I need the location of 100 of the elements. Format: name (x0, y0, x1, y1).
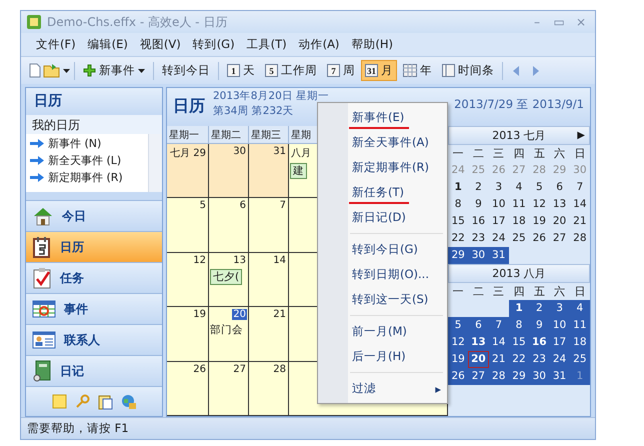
mini-day[interactable]: 26 (448, 368, 468, 385)
next-arrow[interactable]: ▶ (577, 130, 585, 141)
back-arrow-icon[interactable] (511, 64, 521, 76)
menu-item[interactable]: 转到日期(O)... (318, 262, 447, 287)
mini-day[interactable]: 28 (488, 368, 509, 385)
day-cell[interactable]: 27 (209, 362, 249, 416)
day-cell[interactable]: 6 (209, 198, 249, 253)
forward-arrow-icon[interactable] (531, 64, 541, 76)
mini-day[interactable]: 4 (570, 300, 590, 317)
mini-day[interactable]: 5 (529, 179, 550, 196)
menu-item[interactable]: 编辑(E) (82, 35, 133, 54)
mini-day[interactable]: 29 (508, 368, 530, 385)
mini-day[interactable]: 16 (529, 334, 550, 351)
mini-day[interactable]: 17 (488, 213, 509, 230)
nav-item[interactable]: 日历 (26, 231, 162, 262)
mini-day[interactable]: 25 (508, 230, 530, 247)
event-chip[interactable]: 七夕( (210, 268, 242, 285)
clipboard-icon[interactable] (98, 394, 112, 410)
mini-day[interactable]: 22 (508, 351, 530, 368)
day-cell[interactable]: 20 部门会 (209, 307, 249, 362)
note-icon[interactable] (52, 394, 66, 409)
mini-day[interactable]: 19 (529, 213, 550, 230)
mini-day[interactable]: 17 (549, 334, 570, 351)
day-cell[interactable]: 13 七夕( (209, 252, 249, 308)
mini-day[interactable]: 22 (448, 230, 468, 247)
mini-day[interactable]: 10 (488, 196, 509, 213)
menu-item[interactable]: 动作(A) (294, 35, 344, 54)
mini-day[interactable]: 15 (448, 213, 468, 230)
view-button[interactable]: 5 工作周 (261, 60, 321, 81)
day-cell[interactable]: 7 (249, 198, 289, 253)
menu-item[interactable]: 帮助(H) (346, 35, 398, 54)
mini-day[interactable]: 20 (549, 213, 570, 230)
mini-day[interactable]: 18 (570, 334, 590, 351)
view-button[interactable]: 7 周 (323, 60, 359, 81)
nav-item[interactable]: 事件 (26, 293, 162, 324)
mini-day[interactable]: 1 (448, 179, 468, 196)
day-cell[interactable]: 12 (167, 252, 209, 308)
view-button[interactable]: 年 (399, 60, 436, 81)
splitter-handle[interactable] (26, 192, 162, 200)
day-cell[interactable]: 14 (249, 252, 289, 308)
mini-day[interactable]: 6 (468, 317, 489, 334)
mini-day[interactable]: 5 (448, 317, 468, 334)
menu-item[interactable]: 工具(T) (242, 35, 292, 54)
view-button[interactable]: 时间条 (438, 60, 498, 81)
day-cell[interactable]: 28 (249, 362, 289, 416)
mini-day[interactable]: 28 (570, 230, 590, 247)
mini-day[interactable]: 9 (468, 196, 489, 213)
folder-icon[interactable] (43, 63, 61, 78)
mini-day[interactable]: 2 (529, 300, 550, 317)
mini-day[interactable]: 4 (508, 179, 530, 196)
mini-day[interactable]: 9 (529, 317, 550, 334)
mini-day[interactable]: 13 (468, 334, 489, 351)
day-cell[interactable]: 30 (209, 144, 249, 198)
mini-day[interactable]: 8 (508, 317, 530, 334)
menu-item[interactable]: 前一月(M) (318, 319, 447, 344)
day-cell[interactable]: 19 (167, 307, 209, 362)
nav-item[interactable]: 任务 (26, 262, 162, 293)
mini-day[interactable]: 10 (549, 317, 570, 334)
menu-item[interactable]: 新日记(D) (318, 205, 447, 230)
view-button[interactable]: 31 月 (361, 60, 397, 81)
mini-day[interactable]: 31 (488, 247, 509, 264)
action-link[interactable]: 新全天事件 (L) (30, 153, 144, 168)
mini-day[interactable]: 14 (488, 334, 509, 351)
mini-day[interactable]: 3 (488, 179, 509, 196)
mini-day[interactable]: 21 (570, 213, 590, 230)
mini-day[interactable]: 23 (529, 351, 550, 368)
action-link[interactable]: 新定期事件 (R) (30, 170, 144, 185)
view-button[interactable]: 1 天 (223, 60, 259, 81)
mini-day[interactable]: 23 (468, 230, 489, 247)
menu-item[interactable]: 过滤 ▸ (318, 376, 447, 401)
mini-day[interactable]: 27 (468, 368, 489, 385)
day-cell[interactable]: 21 (249, 307, 289, 362)
new-event-button[interactable]: 新事件 (79, 60, 149, 81)
action-link[interactable]: 新事件 (N) (30, 136, 144, 151)
toolbar-button[interactable]: 转到今日 (158, 60, 214, 81)
mini-day[interactable]: 1 (508, 300, 530, 317)
menu-item[interactable]: 新任务(T) (318, 180, 447, 205)
key-icon[interactable] (74, 394, 90, 409)
mini-day[interactable]: 29 (448, 247, 468, 264)
mini-day[interactable]: 11 (508, 196, 530, 213)
menu-item[interactable]: 转到(G) (188, 35, 240, 54)
mini-day[interactable]: 15 (508, 334, 530, 351)
mini-day[interactable]: 19 (448, 351, 468, 368)
menu-item[interactable]: 转到这一天(S) (318, 287, 447, 312)
mini-day[interactable]: 30 (529, 368, 550, 385)
menu-item[interactable]: 转到今日(G) (318, 237, 447, 262)
mini-day[interactable]: 26 (529, 230, 550, 247)
day-cell[interactable]: 七月 29 (167, 144, 209, 198)
mini-day[interactable]: 24 (488, 230, 509, 247)
day-cell[interactable]: 5 (167, 198, 209, 253)
menu-item[interactable]: 文件(F) (31, 35, 81, 54)
mini-day[interactable]: 24 (549, 351, 570, 368)
mini-day[interactable]: 6 (549, 179, 570, 196)
nav-item[interactable]: 联系人 (26, 324, 162, 355)
mini-day[interactable]: 30 (468, 247, 489, 264)
mini-day[interactable]: 20 (468, 351, 489, 368)
day-cell[interactable]: 26 (167, 362, 209, 416)
nav-item[interactable]: 今日 (26, 200, 162, 231)
mini-day[interactable]: 21 (488, 351, 509, 368)
mini-day[interactable]: 8 (448, 196, 468, 213)
